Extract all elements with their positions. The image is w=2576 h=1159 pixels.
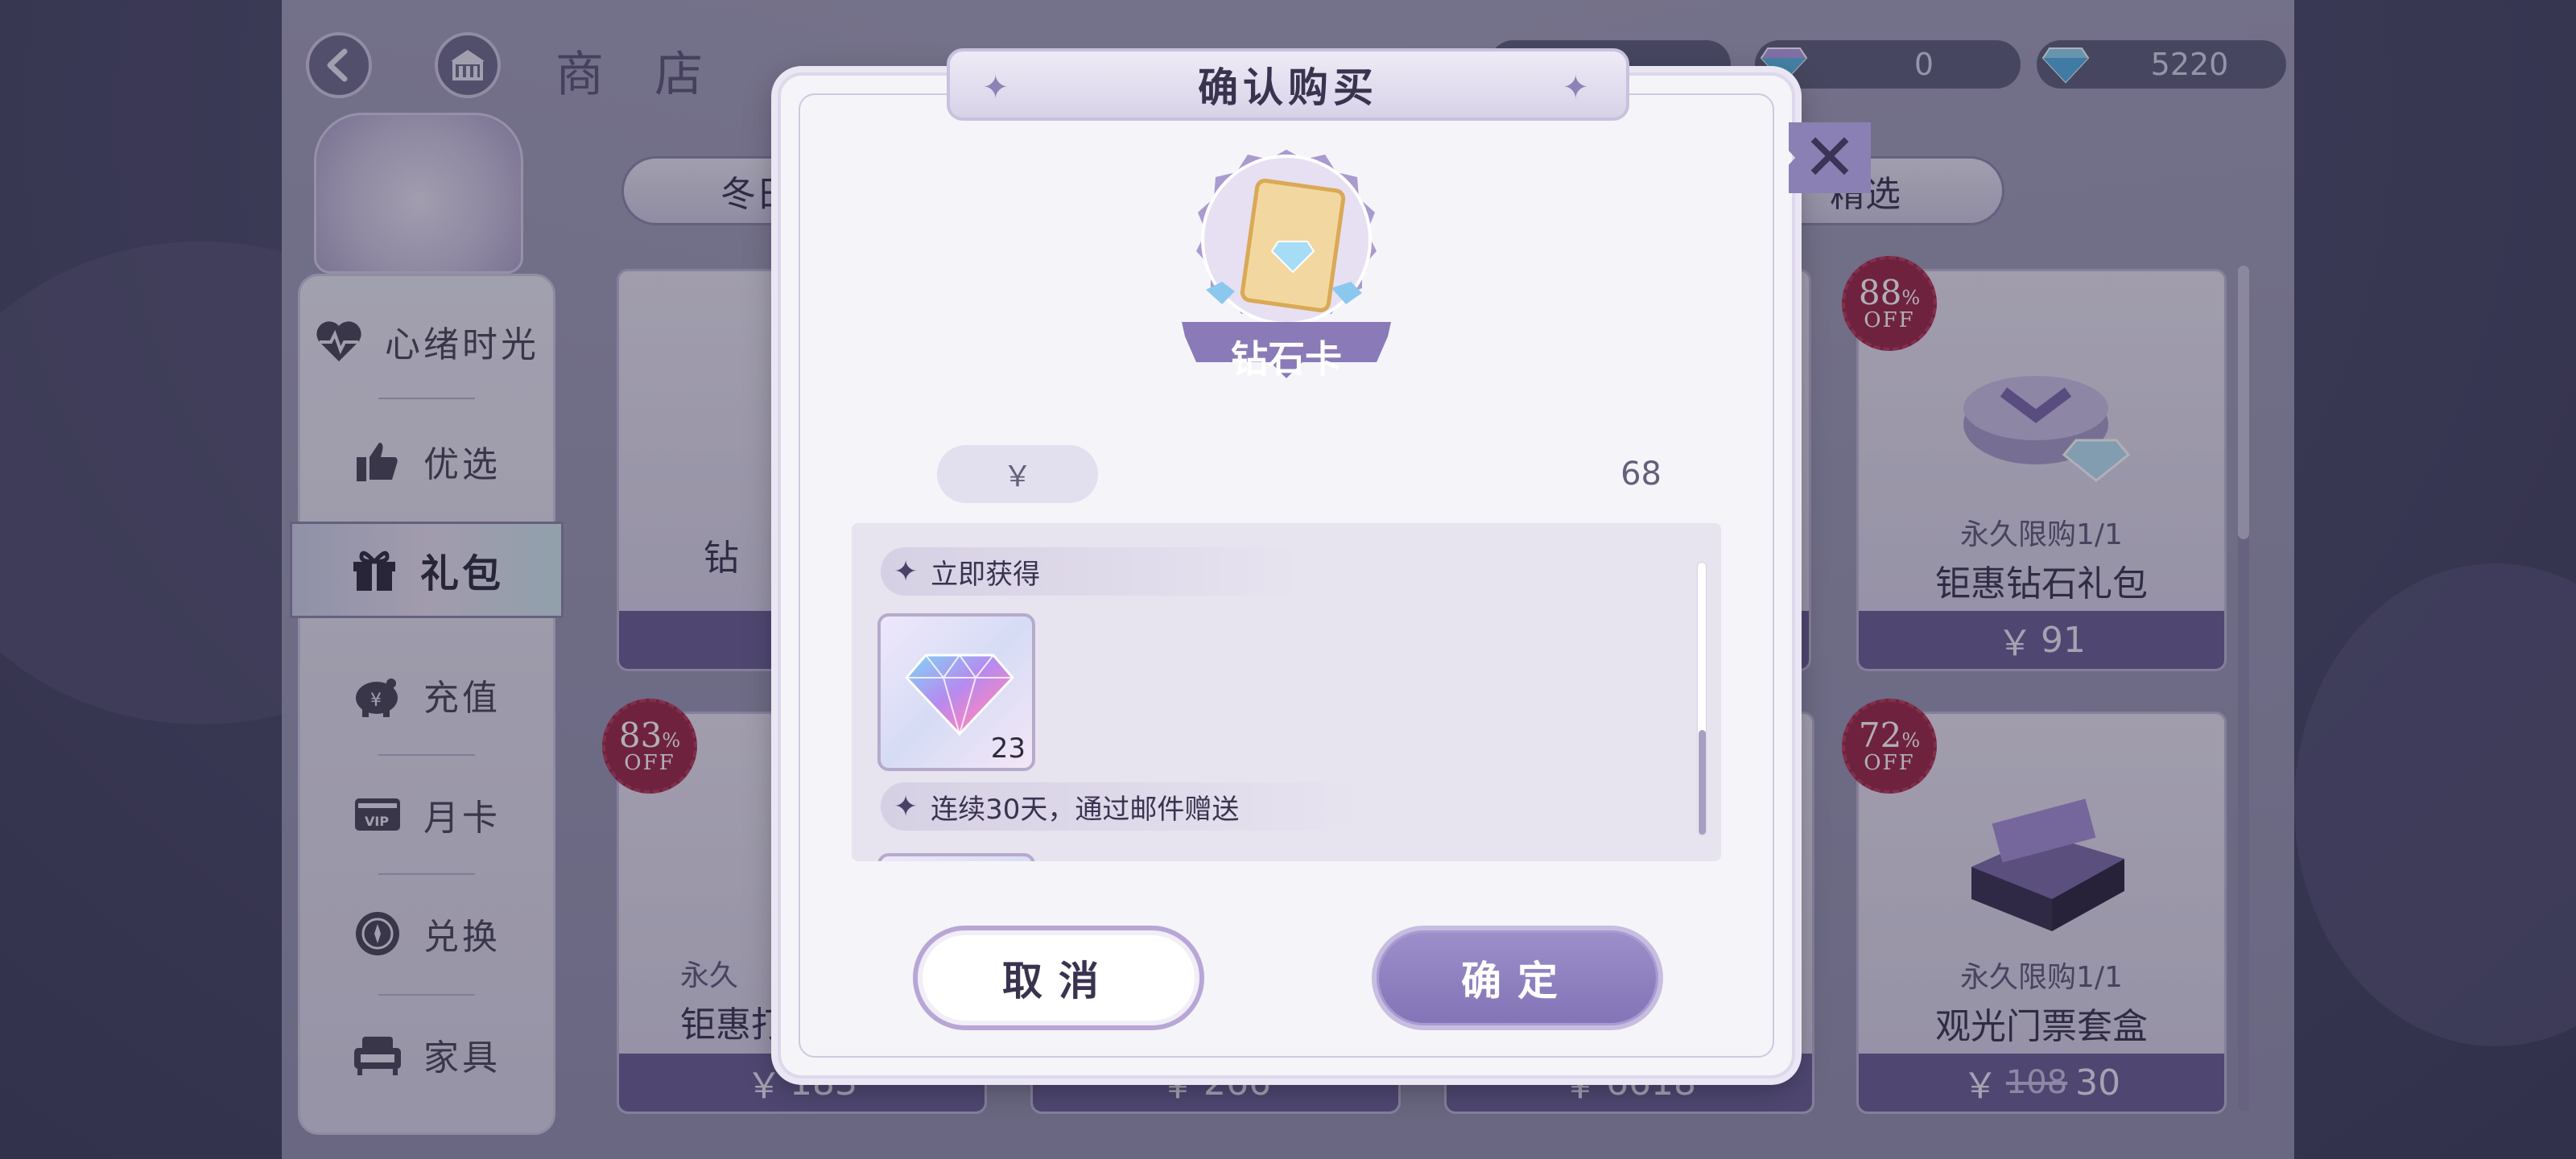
sparkle-icon: ✦ xyxy=(1562,69,1594,106)
sparkle-icon: ✦ xyxy=(894,790,919,823)
rewards-scrollbar[interactable] xyxy=(1697,562,1707,835)
currency-symbol: ￥ xyxy=(937,445,1098,503)
reward-item-partial[interactable] xyxy=(877,853,1035,861)
section-header-mail: ✦ 连续30天，通过邮件赠送 xyxy=(881,782,1364,831)
dialog-title: 确认购买 xyxy=(1198,64,1378,111)
reward-item[interactable]: 23 xyxy=(877,613,1035,771)
item-emblem: 钻石卡 xyxy=(1166,145,1407,410)
close-button[interactable]: ✕ xyxy=(1789,122,1871,193)
section-header-immediate: ✦ 立即获得 xyxy=(881,547,1299,596)
price-value: 68 xyxy=(1620,456,1662,493)
sparkle-icon: ✦ xyxy=(894,555,919,588)
item-name: 钻石卡 xyxy=(1231,337,1342,381)
item-count: 23 xyxy=(990,732,1026,765)
dialog-title-banner: ✦ 确认购买 ✦ xyxy=(947,48,1629,121)
sparkle-icon: ✦ xyxy=(982,69,1014,106)
close-icon: ✕ xyxy=(1802,120,1857,195)
price-row: ￥ 68 xyxy=(937,445,1662,503)
rainbow-diamond-icon xyxy=(904,654,1015,737)
rewards-list[interactable]: ✦ 立即获得 23 ✦ 连续30天，通过邮件赠送 xyxy=(852,523,1721,861)
scrollbar-thumb[interactable] xyxy=(1699,730,1706,835)
cancel-button[interactable]: 取消 xyxy=(913,926,1204,1030)
confirm-button[interactable]: 确定 xyxy=(1372,926,1663,1030)
